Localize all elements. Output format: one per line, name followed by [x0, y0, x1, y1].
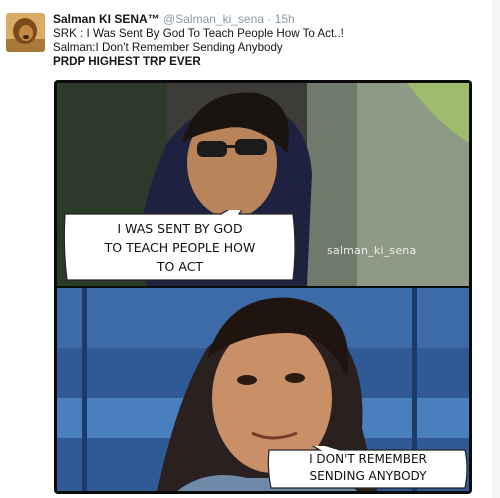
- tweet-line: Salman:I Don't Remember Sending Anybody: [53, 41, 283, 54]
- bubble-top-line: TO TEACH PEOPLE HOW: [104, 240, 256, 255]
- watermark: salman_ki_sena: [327, 244, 417, 257]
- bubble-top-line: I WAS SENT BY GOD: [117, 221, 243, 236]
- author-name[interactable]: Salman KI SENA™: [53, 12, 160, 26]
- tweet-line-bold: PRDP HIGHEST TRP EVER: [53, 55, 201, 68]
- bubble-top-line: TO ACT: [156, 259, 204, 274]
- author-handle[interactable]: @Salman_ki_sena: [163, 12, 264, 26]
- bubble-bottom-line: SENDING ANYBODY: [309, 469, 427, 483]
- tweet-timestamp[interactable]: 15h: [275, 12, 295, 26]
- bubble-bottom-line: I DON'T REMEMBER: [309, 452, 427, 466]
- tweet-header: Salman KI SENA™ @Salman_ki_sena · 15h: [53, 12, 295, 27]
- lion-avatar-image: [6, 13, 45, 52]
- speech-bubble-top: I WAS SENT BY GOD TO TEACH PEOPLE HOW TO…: [61, 210, 299, 284]
- tweet-media[interactable]: I WAS SENT BY GOD TO TEACH PEOPLE HOW TO…: [54, 80, 472, 494]
- avatar[interactable]: [6, 13, 45, 52]
- scrollbar[interactable]: [492, 0, 500, 498]
- tweet-text: SRK : I Was Sent By God To Teach People …: [53, 27, 344, 69]
- meme-panel-bottom: I DON'T REMEMBER SENDING ANYBODY: [57, 288, 469, 491]
- speech-bubble-bottom: I DON'T REMEMBER SENDING ANYBODY: [265, 446, 469, 490]
- meme-panel-top: I WAS SENT BY GOD TO TEACH PEOPLE HOW TO…: [57, 83, 469, 286]
- tweet-line: SRK : I Was Sent By God To Teach People …: [53, 27, 344, 40]
- separator-dot: ·: [267, 12, 272, 26]
